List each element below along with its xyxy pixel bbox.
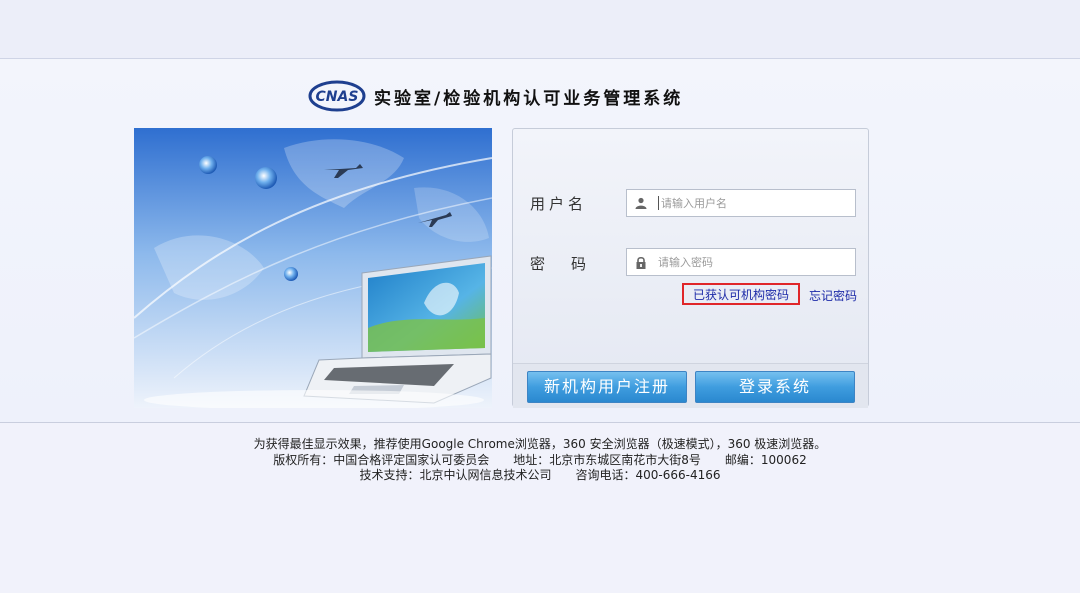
button-row: 新机构用户注册 登录系统: [513, 363, 868, 408]
password-field[interactable]: [626, 248, 856, 276]
user-icon: [632, 194, 650, 212]
page-title: 实验室/检验机构认可业务管理系统: [374, 88, 684, 109]
lock-icon: [632, 253, 650, 271]
password-label: 密码: [530, 253, 586, 274]
login-button[interactable]: 登录系统: [695, 371, 855, 403]
password-label-char-2: 码: [571, 255, 587, 273]
footer-copyright: 版权所有：中国合格评定国家认可委员会 地址：北京市东城区南花市大街8号 邮编：1…: [273, 453, 807, 467]
hero-image-laptop: [134, 128, 492, 408]
username-input[interactable]: [658, 196, 841, 210]
svg-text:CNAS: CNAS: [316, 89, 359, 105]
register-button[interactable]: 新机构用户注册: [527, 371, 687, 403]
certified-org-password-link[interactable]: 已获认可机构密码: [682, 283, 800, 305]
login-panel: 用户名 密码 已获认可机构密码 忘记密码 新机构用户注册 登录系统: [512, 128, 869, 408]
password-input[interactable]: [658, 255, 838, 269]
header: CNAS 实验室/检验机构认可业务管理系统: [308, 78, 683, 114]
forgot-password-link[interactable]: 忘记密码: [809, 287, 857, 304]
top-band: [0, 0, 1080, 59]
password-label-char-1: 密: [530, 255, 546, 273]
footer-browser-note: 为获得最佳显示效果，推荐使用Google Chrome浏览器，360 安全浏览器…: [253, 437, 827, 451]
footer-support: 技术支持：北京中认网信息技术公司 咨询电话：400-666-4166: [359, 468, 721, 482]
cnas-logo: CNAS: [308, 80, 366, 112]
username-label: 用户名: [530, 195, 588, 213]
username-field[interactable]: [626, 189, 856, 217]
